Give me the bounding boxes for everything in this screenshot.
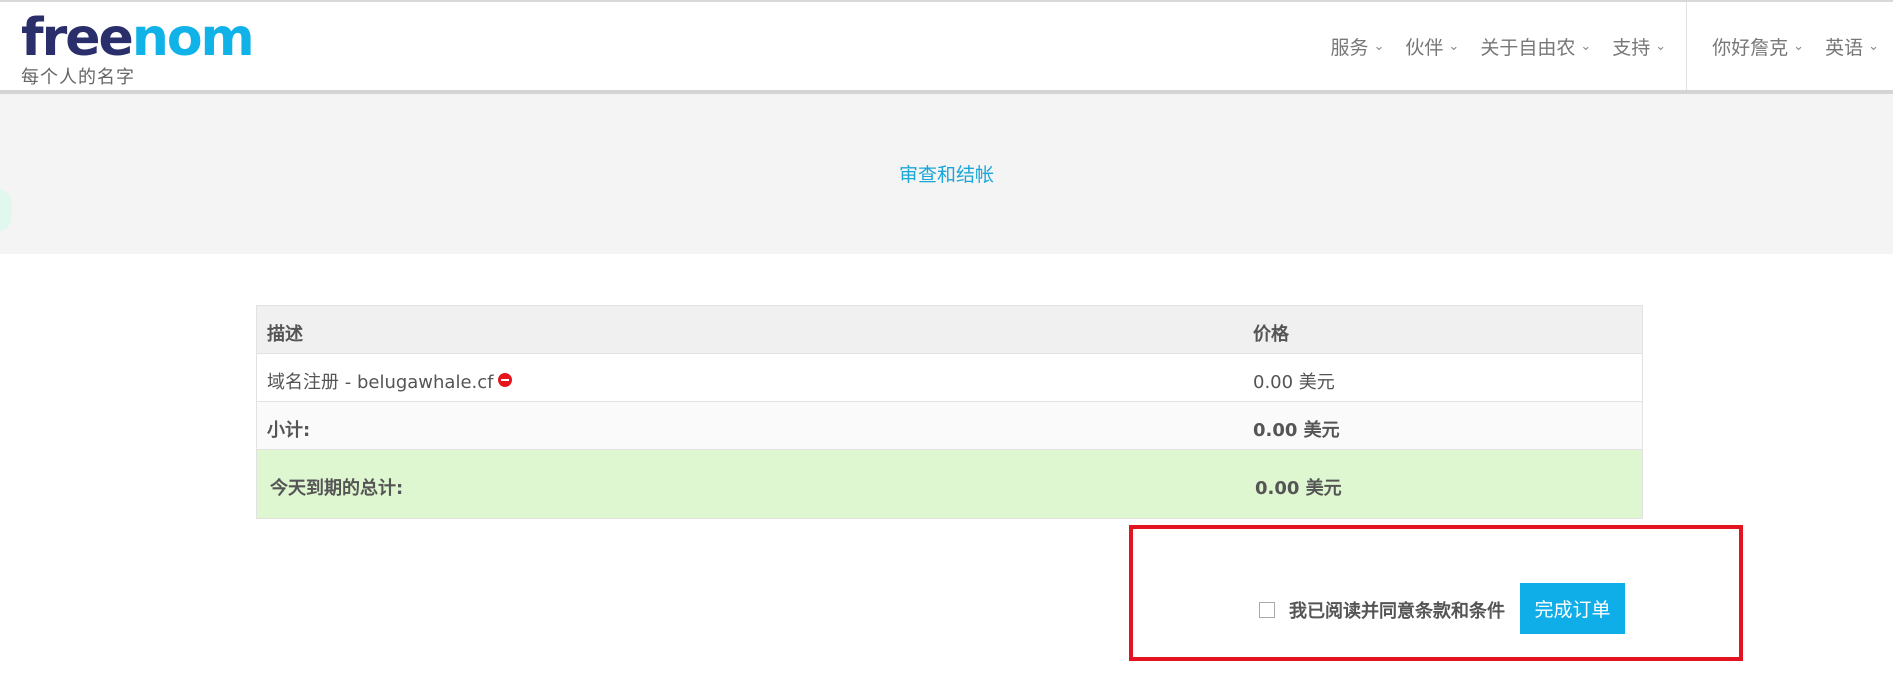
total-due-row: 今天到期的总计: 0.00 美元 [257,450,1642,518]
chevron-down-icon: ⌄ [1655,38,1667,54]
cart-table: 描述 价格 域名注册 - belugawhale.cf 0.00 美元 小计: … [256,305,1643,519]
nav-label: 你好詹克 [1712,36,1789,59]
table-row: 域名注册 - belugawhale.cf 0.00 美元 [257,354,1642,402]
highlight-annotation-box [1129,525,1743,661]
freenom-logo[interactable]: freenom 每个人的名字 [21,12,255,89]
subtotal-label: 小计: [267,420,311,441]
price-header: 价格 [1253,324,1289,345]
logo-part-a: free [21,8,134,68]
logo-part-b: nom [131,8,255,68]
chevron-down-icon: ⌄ [1580,38,1592,54]
chevron-down-icon: ⌄ [1373,38,1385,54]
nav-label: 支持 [1612,36,1651,59]
description-header: 描述 [267,324,303,345]
nav-label: 关于自由农 [1480,36,1576,59]
item-description: 域名注册 - belugawhale.cf [267,372,494,393]
nav-label: 服务 [1330,36,1369,59]
chevron-down-icon: ⌄ [1793,38,1805,54]
subtotal-row: 小计: 0.00 美元 [257,402,1642,450]
nav-language[interactable]: 英语 ⌄ [1825,33,1879,60]
item-price: 0.00 美元 [1253,372,1335,393]
terms-label[interactable]: 我已阅读并同意条款和条件 [1289,597,1505,623]
nav-account[interactable]: 你好詹克 ⌄ [1712,33,1804,60]
nav-services[interactable]: 服务 ⌄ [1330,33,1384,60]
logo-wordmark: freenom [21,12,255,64]
page-title: 审查和结帐 [898,164,994,186]
total-due-label: 今天到期的总计: [270,478,404,499]
nav-label: 伙伴 [1405,36,1444,59]
subtotal-value: 0.00 美元 [1253,420,1340,441]
total-due-value: 0.00 美元 [1255,478,1342,499]
nav-label: 英语 [1825,36,1864,59]
site-header: freenom 每个人的名字 服务 ⌄ 伙伴 ⌄ 关于自由农 ⌄ 支持 ⌄ 你好詹克 ⌄ … [0,2,1893,94]
nav-support[interactable]: 支持 ⌄ [1612,33,1666,60]
remove-icon[interactable] [497,373,512,387]
terms-agreement: 我已阅读并同意条款和条件 [1259,597,1505,623]
chevron-down-icon: ⌄ [1448,38,1460,54]
nav-divider [1686,2,1688,90]
complete-order-button[interactable]: 完成订单 [1520,583,1625,634]
nav-about[interactable]: 关于自由农 ⌄ [1480,33,1591,60]
main-nav: 服务 ⌄ 伙伴 ⌄ 关于自由农 ⌄ 支持 ⌄ 你好詹克 ⌄ 英语 ⌄ [1309,2,1879,90]
page-banner: 审查和结帐 [0,94,1893,254]
chevron-down-icon: ⌄ [1868,38,1879,54]
terms-checkbox[interactable] [1259,602,1275,618]
nav-partners[interactable]: 伙伴 ⌄ [1405,33,1459,60]
table-header-row: 描述 价格 [257,306,1642,354]
item-description-cell: 域名注册 - belugawhale.cf [267,368,512,394]
